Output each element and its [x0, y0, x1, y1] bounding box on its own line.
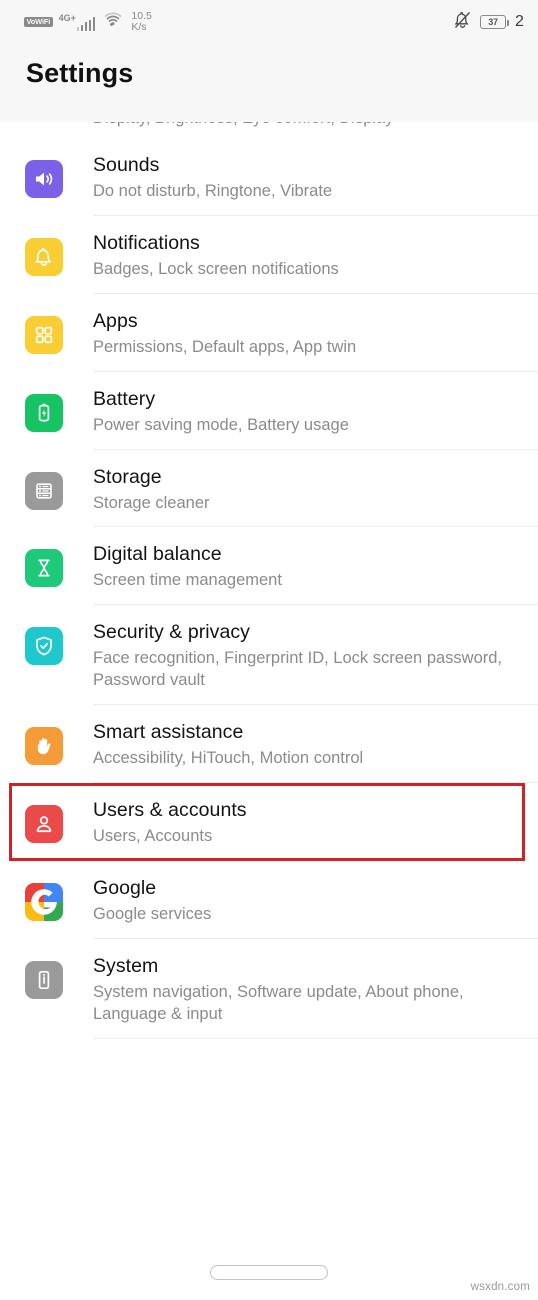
data-speed-value: 10.5: [131, 9, 152, 22]
settings-row-subtitle: Face recognition, Fingerprint ID, Lock s…: [93, 649, 503, 690]
data-speed-unit: K/s: [131, 21, 147, 33]
bell-muted-icon: [454, 11, 471, 34]
page-header: Settings: [0, 44, 538, 122]
status-bar-right: 37 2: [454, 11, 524, 34]
hand-icon: [25, 727, 63, 766]
settings-row-subtitle: Permissions, Default apps, App twin: [93, 337, 357, 356]
settings-row-digital-balance[interactable]: Digital balance Screen time management: [0, 527, 538, 606]
wifi-icon: [103, 11, 123, 32]
settings-row-subtitle: Google services: [93, 904, 212, 923]
shield-check-icon: [25, 627, 63, 666]
settings-row-title: Security & privacy: [93, 621, 250, 644]
storage-drive-icon: [25, 471, 63, 510]
settings-row-text: Smart assistance Accessibility, HiTouch, …: [93, 718, 363, 770]
settings-row-title: Google: [93, 876, 157, 899]
home-gesture-pill[interactable]: [210, 1264, 328, 1280]
settings-row-users-accounts[interactable]: Users & accounts Users, Accounts: [0, 783, 538, 861]
settings-row-title: Storage: [93, 465, 162, 488]
watermark: wsxdn.com: [470, 1281, 530, 1293]
vowifi-badge: VoWiFi: [24, 16, 53, 28]
settings-row-title: Digital balance: [93, 543, 222, 566]
clipped-scrolled-row[interactable]: Display, Brightness, Eye comfort, Displa…: [0, 122, 538, 138]
phone-info-icon: [25, 960, 63, 999]
settings-row-text: Notifications Badges, Lock screen notific…: [93, 229, 339, 281]
settings-row-security-privacy[interactable]: Security & privacy Face recognition, Fing…: [0, 605, 538, 706]
settings-row-subtitle: Accessibility, HiTouch, Motion control: [93, 749, 364, 768]
settings-row-battery[interactable]: Battery Power saving mode, Battery usage: [0, 371, 538, 450]
status-bar: VoWiFi 4G+ 10.5 K/s 37 2: [0, 0, 538, 44]
clock-label-clipped: 2: [515, 13, 524, 30]
settings-row-title: Users & accounts: [93, 799, 247, 822]
highlight-annotation-box: [9, 783, 525, 861]
settings-row-title: Apps: [93, 309, 138, 332]
settings-row-subtitle: Storage cleaner: [93, 493, 210, 512]
row-separator: [93, 1037, 538, 1039]
settings-list: Display, Brightness, Eye comfort, Displa…: [0, 122, 538, 1039]
settings-row-title: System: [93, 954, 159, 977]
settings-row-notifications[interactable]: Notifications Badges, Lock screen notific…: [0, 215, 538, 294]
hourglass-icon: [25, 549, 63, 588]
settings-row-title: Battery: [93, 387, 156, 410]
status-bar-left: VoWiFi 4G+ 10.5 K/s: [24, 9, 152, 34]
settings-row-text: Apps Permissions, Default apps, App twin: [93, 307, 356, 359]
page-title: Settings: [26, 58, 134, 88]
google-logo-icon: [25, 882, 63, 921]
settings-row-title: Sounds: [93, 154, 160, 176]
battery-percent-label: 37: [488, 17, 498, 27]
settings-row-google[interactable]: Google Google services: [0, 860, 538, 939]
clipped-row-subtitle: Display, Brightness, Eye comfort, Displa…: [93, 122, 393, 128]
settings-row-subtitle: Power saving mode, Battery usage: [93, 415, 349, 434]
navigation-bar: [0, 1244, 538, 1300]
settings-row-smart-assistance[interactable]: Smart assistance Accessibility, HiTouch, …: [0, 705, 538, 784]
speaker-volume-icon: [25, 160, 63, 198]
settings-row-subtitle: Screen time management: [93, 571, 282, 590]
signal-bars-icon: [76, 16, 96, 31]
apps-grid-icon: [25, 315, 63, 354]
settings-row-text: Security & privacy Face recognition, Fing…: [93, 618, 523, 692]
settings-row-apps[interactable]: Apps Permissions, Default apps, App twin: [0, 293, 538, 372]
settings-row-text: Sounds Do not disturb, Ringtone, Vibrate: [93, 151, 332, 203]
battery-icon: 37: [480, 15, 509, 29]
cellular-signal-icon: 4G+: [59, 13, 96, 31]
settings-row-sounds[interactable]: Sounds Do not disturb, Ringtone, Vibrate: [0, 138, 538, 216]
battery-charging-icon: [25, 393, 63, 432]
bell-icon: [25, 237, 63, 276]
settings-row-text: Battery Power saving mode, Battery usage: [93, 385, 349, 437]
settings-row-subtitle: Badges, Lock screen notifications: [93, 259, 339, 278]
settings-row-system[interactable]: System System navigation, Software update…: [0, 938, 538, 1039]
settings-row-storage[interactable]: Storage Storage cleaner: [0, 449, 538, 528]
settings-row-text: Users & accounts Users, Accounts: [93, 796, 247, 848]
user-account-icon: [25, 805, 63, 844]
settings-row-subtitle: Do not disturb, Ringtone, Vibrate: [93, 181, 333, 200]
settings-row-subtitle: System navigation, Software update, Abou…: [93, 982, 464, 1023]
settings-row-text: Storage Storage cleaner: [93, 463, 210, 515]
settings-row-title: Notifications: [93, 231, 200, 254]
settings-row-subtitle: Users, Accounts: [93, 827, 213, 846]
settings-row-text: Google Google services: [93, 874, 211, 926]
settings-row-text: Digital balance Screen time management: [93, 540, 282, 592]
settings-row-title: Smart assistance: [93, 721, 244, 744]
settings-row-text: System System navigation, Software update…: [93, 952, 523, 1026]
data-speed-indicator: 10.5 K/s: [131, 9, 152, 34]
